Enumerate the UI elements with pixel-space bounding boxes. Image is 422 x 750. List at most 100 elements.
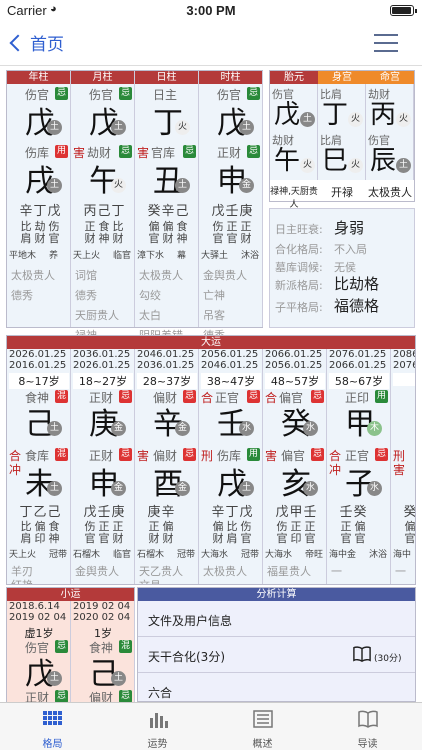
xiaoyun-column[interactable]: 2018.6.14 2019 02 04 虚1岁 伤官忌戊土正财忌 (7, 601, 71, 702)
nayin-label: 天上火 (9, 550, 37, 560)
shensha-item: 德秀 (75, 289, 97, 302)
hidden-stem: 壬 (339, 505, 353, 520)
pillar-column: 日柱日主丁火害官库忌丑土癸偏官辛偏财己食神漳下水幕太极贵人勾绞太白阴阳差错 (135, 71, 199, 342)
hidden-stem: 己 (97, 204, 111, 219)
hidden-god: 官 (48, 232, 60, 245)
hidden-god: 财 (112, 532, 124, 545)
tab-geju[interactable]: 格局 (0, 703, 105, 750)
element-icon: 土 (239, 481, 254, 496)
tab-yunshi[interactable]: 运势 (105, 703, 210, 750)
hidden-god: 神 (98, 232, 110, 245)
growth-state: 沐浴 (241, 251, 260, 261)
bar-chart-icon (150, 713, 168, 728)
hidden-stem: 甲 (289, 505, 303, 520)
nayin-label: 大海水 (265, 550, 293, 560)
analysis-row[interactable]: 六合 (138, 673, 415, 702)
status-badge: 忌 (55, 640, 68, 653)
hidden-stem: 戊 (211, 204, 225, 219)
taiyuan-shensha: 禄神,天厨贵人 (270, 187, 318, 210)
heavenly-stem: 丁 (322, 100, 349, 130)
summary-value: 福德格 (334, 297, 380, 315)
xiaoyun-panel[interactable]: 小运 2018.6.14 2019 02 04 虚1岁 伤官忌戊土正财忌 2019 02… (6, 587, 135, 702)
analysis-row[interactable]: 文件及用户信息 (138, 601, 415, 637)
dayun-start-date: 2046.01.25 (201, 360, 259, 371)
hidden-god: 财 (84, 232, 96, 245)
tab-label: 运势 (147, 739, 168, 750)
pillar-column: 时柱伤官忌戊土正财忌申金戊伤官壬正官庚正财大驿土沐浴金舆贵人亡神吊客德秀 (199, 71, 263, 342)
summary-label: 合化格局: (275, 243, 323, 256)
hidden-god: 官 (276, 532, 288, 545)
back-button[interactable]: 首页 (8, 30, 64, 55)
hidden-god: 官 (404, 532, 416, 545)
dayun-age-range: 8~17岁 (9, 373, 69, 389)
dayun-column[interactable]: 2046.01.25 2036.01.25 28~37岁 偏财忌辛金害偏财忌酉金庚正财… (135, 349, 199, 584)
analysis-row[interactable]: 天干合化(3分) (30分) (138, 637, 415, 673)
dayun-column[interactable]: 2076.01.25 2066.01.25 58~67岁 正印用甲木合冲正官忌子水壬正… (327, 349, 391, 584)
tab-daodu[interactable]: 导读 (315, 703, 420, 750)
xiaoyun-column[interactable]: 2019 02 04 2020 02 04 1岁 食神混己土偏财忌 (71, 601, 135, 702)
dayun-column[interactable]: 2056.01.25 2046.01.25 38~47岁合正官忌壬水刑伤库用戌土辛偏… (199, 349, 263, 584)
growth-state: 幕 (177, 251, 187, 261)
dayun-column[interactable]: 2026.01.25 2016.01.25 8~17岁 食神混己土合冲食库混未土丁比肩… (7, 349, 71, 584)
relation-label: 害 (137, 449, 150, 463)
dayun-end-date: 2076.01.25 (329, 349, 387, 360)
hidden-god: 官 (212, 232, 224, 245)
element-icon: 水 (303, 481, 318, 496)
taiyuan-shensha: 开禄 (331, 186, 353, 199)
xiaoyun-start-date: 2019 02 04 (73, 601, 131, 612)
dayun-end-date: 2066.01.25 (265, 349, 323, 360)
growth-state: 临官 (113, 251, 132, 261)
hidden-god: 印 (290, 532, 302, 545)
minggong-header-cell: 命宫 (366, 71, 414, 84)
taiyuan-header: 胎元 身宫 命宫 (270, 71, 414, 84)
dayun-panel[interactable]: 大运 2026.01.25 2016.01.25 8~17岁 食神混己土合冲食库混未土… (6, 335, 416, 585)
status-badge: 忌 (119, 87, 132, 100)
hidden-stem: 戊 (275, 505, 289, 520)
tab-gaishu[interactable]: 概述 (210, 703, 315, 750)
hidden-god: 官 (240, 532, 252, 545)
hidden-god: 印 (34, 532, 46, 545)
shensha-item: 太极贵人 (11, 269, 55, 282)
dayun-age-range: 58~67岁 (329, 373, 389, 389)
shensha-list: 词馆德秀天厨贵人禄神 (75, 266, 119, 346)
grid-icon (43, 711, 62, 725)
element-icon: 火 (348, 112, 363, 127)
hidden-god: 神 (176, 232, 188, 245)
hidden-stem: 丙 (83, 204, 97, 219)
dayun-column[interactable]: 2086.01.252076.01.2568刑害癸偏官海中一 (391, 349, 416, 584)
pillar-column: 年柱 伤官忌戊土伤库用戌土辛比肩丁劫财戊伤官平地木养太极贵人 德秀 (7, 71, 71, 327)
tab-label: 格局 (42, 739, 63, 750)
hidden-stem: 丁 (225, 505, 239, 520)
dayun-start-date: 2036.01.25 (137, 360, 195, 371)
hidden-stem: 己 (47, 505, 61, 520)
summary-label: 新派格局: (275, 279, 323, 292)
hidden-stem: 己 (175, 204, 189, 219)
hidden-god: 肩 (20, 232, 32, 245)
element-icon: 土 (47, 671, 62, 686)
status-badge: 混 (119, 640, 132, 653)
shensha-item: 勾绞 (139, 289, 161, 302)
element-icon: 金 (175, 481, 190, 496)
status-badge: 用 (247, 448, 260, 461)
hidden-stem: 丁 (33, 204, 47, 219)
nayin-label: 漳下水 (137, 251, 165, 261)
hidden-god: 官 (304, 532, 316, 545)
dayun-header: 大运 (7, 336, 415, 349)
shensha-list: 太极贵人 德秀 (11, 266, 55, 306)
dayun-column[interactable]: 2036.01.25 2026.01.25 18~27岁 正财忌庚金正财忌申金戊伤官壬… (71, 349, 135, 584)
hidden-stem: 壬 (225, 204, 239, 219)
hidden-god: 肩 (20, 532, 32, 545)
hidden-god: 财 (34, 232, 46, 245)
menu-button[interactable] (374, 34, 398, 54)
pillar-body: 伤官忌戊土正财忌申金戊伤官壬正官庚正财大驿土沐浴金舆贵人亡神吊客德秀 (199, 84, 262, 342)
status-badge: 忌 (119, 448, 132, 461)
element-icon: 火 (396, 112, 411, 127)
shensha-item: 太白 (139, 309, 161, 322)
book-icon[interactable] (352, 645, 372, 663)
element-icon: 金 (239, 178, 254, 193)
dayun-column[interactable]: 2066.01.25 2056.01.25 48~57岁合偏官忌癸水害偏官忌亥水戊伤… (263, 349, 327, 584)
element-icon: 土 (47, 481, 62, 496)
chart-content[interactable]: 年柱 伤官忌戊土伤库用戌土辛比肩丁劫财戊伤官平地木养太极贵人 德秀 月柱 伤官忌戊土害劫… (0, 67, 422, 702)
hidden-stem: 庚 (111, 505, 125, 520)
summary-label: 日主旺衰: (275, 223, 323, 236)
